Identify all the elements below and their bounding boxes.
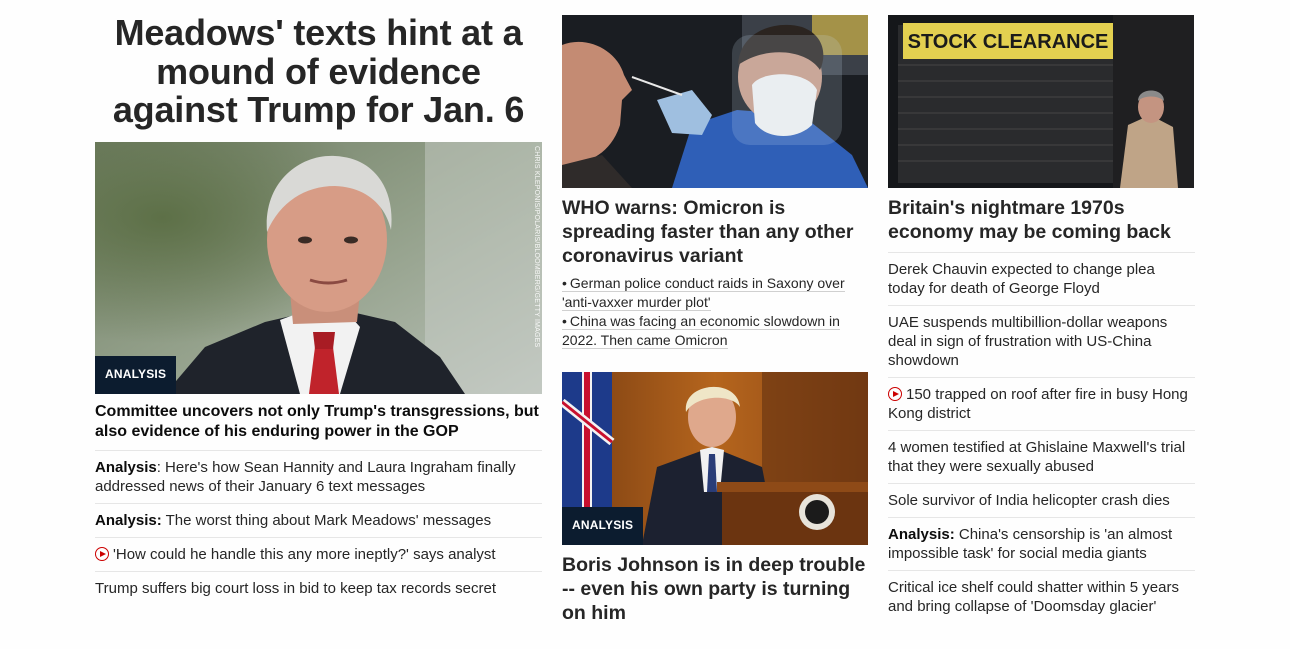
analysis-label: Analysis	[95, 459, 157, 476]
omicron-headline[interactable]: WHO warns: Omicron is spreading faster t…	[562, 196, 868, 268]
list-item[interactable]: UAE suspends multibillion-dollar weapons…	[888, 306, 1195, 378]
photo-credit: CHRIS KLEPONIS/POLARIS/BLOOMBERG/GETTY I…	[533, 146, 540, 348]
boris-johnson-photo[interactable]: ANALYSIS	[562, 372, 868, 545]
list-item[interactable]: Critical ice shelf could shatter within …	[888, 571, 1195, 623]
list-item[interactable]: • German police conduct raids in Saxony o…	[562, 274, 868, 312]
lead-headline[interactable]: Meadows' texts hint at a mound of eviden…	[95, 13, 542, 140]
right-column-links: Derek Chauvin expected to change plea to…	[888, 252, 1195, 623]
list-item[interactable]: Derek Chauvin expected to change plea to…	[888, 253, 1195, 306]
list-item[interactable]: Analysis: Here's how Sean Hannity and La…	[95, 451, 542, 504]
list-item[interactable]: Sole survivor of India helicopter crash …	[888, 484, 1195, 518]
link-text[interactable]: UAE suspends multibillion-dollar weapons…	[888, 314, 1167, 369]
britain-economy-headline[interactable]: Britain's nightmare 1970s economy may be…	[888, 196, 1195, 244]
lead-related-links: Analysis: Here's how Sean Hannity and La…	[95, 451, 542, 605]
lead-summary-text[interactable]: Committee uncovers not only Trump's tran…	[95, 403, 539, 440]
sign-text: STOCK CLEARANCE	[908, 31, 1109, 53]
link-text[interactable]: Sole survivor of India helicopter crash …	[888, 492, 1170, 509]
lead-headline-link[interactable]: Meadows' texts hint at a mound of eviden…	[95, 13, 542, 140]
bullet: •	[562, 275, 567, 292]
link-text[interactable]: German police conduct raids in Saxony ov…	[562, 275, 845, 310]
list-item[interactable]: 'How could he handle this any more inept…	[95, 538, 542, 572]
analysis-label: Analysis:	[888, 526, 955, 543]
list-item[interactable]: Analysis: The worst thing about Mark Mea…	[95, 504, 542, 538]
link-text[interactable]: Derek Chauvin expected to change plea to…	[888, 261, 1155, 297]
analysis-badge: ANALYSIS	[95, 356, 177, 394]
video-play-icon	[95, 547, 109, 561]
link-text[interactable]: China was facing an economic slowdown in…	[562, 313, 840, 348]
link-text[interactable]: 'How could he handle this any more inept…	[113, 546, 496, 563]
separator: :	[156, 459, 166, 476]
link-text[interactable]: Critical ice shelf could shatter within …	[888, 579, 1179, 615]
lead-photo[interactable]: CHRIS KLEPONIS/POLARIS/BLOOMBERG/GETTY I…	[95, 142, 542, 394]
omicron-photo[interactable]	[562, 15, 868, 188]
list-item[interactable]: Analysis: China's censorship is 'an almo…	[888, 518, 1195, 571]
list-item[interactable]: Trump suffers big court loss in bid to k…	[95, 572, 542, 605]
lead-story-column: Meadows' texts hint at a mound of eviden…	[95, 0, 542, 605]
link-text[interactable]: 4 women testified at Ghislaine Maxwell's…	[888, 439, 1185, 475]
shop-window-photo: STOCK CLEARANCE	[888, 15, 1194, 188]
link-text[interactable]: 150 trapped on roof after fire in busy H…	[888, 386, 1188, 422]
stock-clearance-photo[interactable]: STOCK CLEARANCE	[888, 15, 1194, 188]
bullet-text[interactable]: • China was facing an economic slowdown i…	[562, 313, 840, 349]
list-item[interactable]: 150 trapped on roof after fire in busy H…	[888, 378, 1195, 431]
link-text[interactable]: The worst thing about Mark Meadows' mess…	[166, 512, 492, 529]
middle-column: WHO warns: Omicron is spreading faster t…	[562, 15, 868, 625]
right-column: STOCK CLEARANCE Britain's nightmare 1970…	[888, 15, 1195, 623]
analysis-badge: ANALYSIS	[562, 507, 644, 545]
list-item[interactable]: 4 women testified at Ghislaine Maxwell's…	[888, 431, 1195, 484]
omicron-related-links: • German police conduct raids in Saxony o…	[562, 274, 868, 350]
covid-test-photo	[562, 15, 868, 188]
boris-johnson-headline[interactable]: Boris Johnson is in deep trouble -- even…	[562, 553, 868, 625]
analysis-label: Analysis:	[95, 512, 162, 529]
bullet-text[interactable]: • German police conduct raids in Saxony o…	[562, 275, 845, 311]
bullet: •	[562, 313, 567, 330]
video-play-icon	[888, 387, 902, 401]
link-text[interactable]: Trump suffers big court loss in bid to k…	[95, 580, 496, 597]
lead-summary-link[interactable]: Committee uncovers not only Trump's tran…	[95, 402, 542, 451]
list-item[interactable]: • China was facing an economic slowdown i…	[562, 312, 868, 350]
